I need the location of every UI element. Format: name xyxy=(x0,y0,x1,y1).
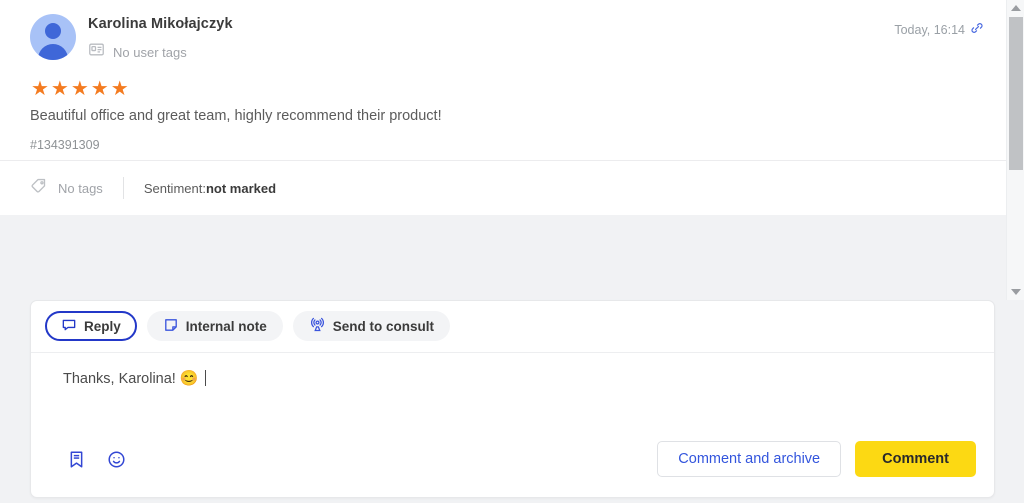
review-id: #134391309 xyxy=(30,138,100,152)
review-footer: No tags Sentiment:not marked xyxy=(0,160,1006,215)
text-caret xyxy=(204,370,206,386)
reply-composer-card: Reply Internal note Send to consult Than… xyxy=(30,300,995,498)
avatar-head-shape xyxy=(45,23,61,39)
tab-reply-label: Reply xyxy=(84,318,121,334)
sentiment-value: not marked xyxy=(205,180,277,196)
vertical-scrollbar[interactable] xyxy=(1006,0,1024,300)
review-text: Beautiful office and great team, highly … xyxy=(30,108,442,124)
broadcast-icon xyxy=(309,316,326,336)
review-tags-button[interactable]: No tags xyxy=(30,177,103,199)
review-detail-screen: Karolina Mikołajczyk No user tags Today,… xyxy=(0,0,1024,503)
composer-tabs: Reply Internal note Send to consult xyxy=(31,301,994,353)
saved-replies-icon[interactable] xyxy=(63,446,89,472)
sticky-note-icon xyxy=(163,317,179,336)
review-tags-label: No tags xyxy=(58,180,103,196)
author-name: Karolina Mikołajczyk xyxy=(88,16,233,32)
avatar xyxy=(30,14,76,60)
user-tags-row[interactable]: No user tags xyxy=(88,41,233,63)
link-icon[interactable] xyxy=(970,21,984,38)
tab-send-to-consult[interactable]: Send to consult xyxy=(292,311,451,341)
tab-internal-note-label: Internal note xyxy=(185,318,267,334)
chat-bubble-icon xyxy=(61,317,77,336)
comment-button[interactable]: Comment xyxy=(855,441,976,477)
tab-reply[interactable]: Reply xyxy=(45,311,137,341)
avatar-body-shape xyxy=(38,44,68,60)
scrollbar-thumb[interactable] xyxy=(1009,17,1023,170)
rating-stars: ★★★★★ xyxy=(31,78,131,100)
scroll-down-arrow-icon[interactable] xyxy=(1007,284,1024,300)
review-timestamp: Today, 16:14 xyxy=(894,22,965,37)
review-card: Karolina Mikołajczyk No user tags Today,… xyxy=(0,0,1006,215)
sentiment-block[interactable]: Sentiment:not marked xyxy=(144,181,276,196)
reply-draft-text: Thanks, Karolina! xyxy=(63,371,176,387)
sentiment-label: Sentiment: xyxy=(143,180,206,196)
review-header: Karolina Mikołajczyk No user tags xyxy=(30,14,986,63)
author-block: Karolina Mikołajczyk No user tags xyxy=(88,14,233,63)
emoji-picker-icon[interactable] xyxy=(103,446,129,472)
tag-icon xyxy=(30,177,49,199)
reply-textarea[interactable]: Thanks, Karolina! 😊 xyxy=(31,353,994,441)
review-timestamp-row: Today, 16:14 xyxy=(894,21,984,38)
user-tags-label: No user tags xyxy=(113,44,187,60)
review-body: Karolina Mikołajczyk No user tags Today,… xyxy=(0,0,1006,160)
id-badge-icon xyxy=(88,41,105,63)
reply-action-bar: Comment and archive Comment xyxy=(31,441,994,497)
tab-send-to-consult-label: Send to consult xyxy=(332,318,435,334)
comment-and-archive-button[interactable]: Comment and archive xyxy=(657,441,842,477)
tab-internal-note[interactable]: Internal note xyxy=(146,311,283,341)
footer-divider xyxy=(122,177,124,199)
scroll-up-arrow-icon[interactable] xyxy=(1007,0,1024,16)
reply-draft-emoji: 😊 xyxy=(179,370,199,387)
